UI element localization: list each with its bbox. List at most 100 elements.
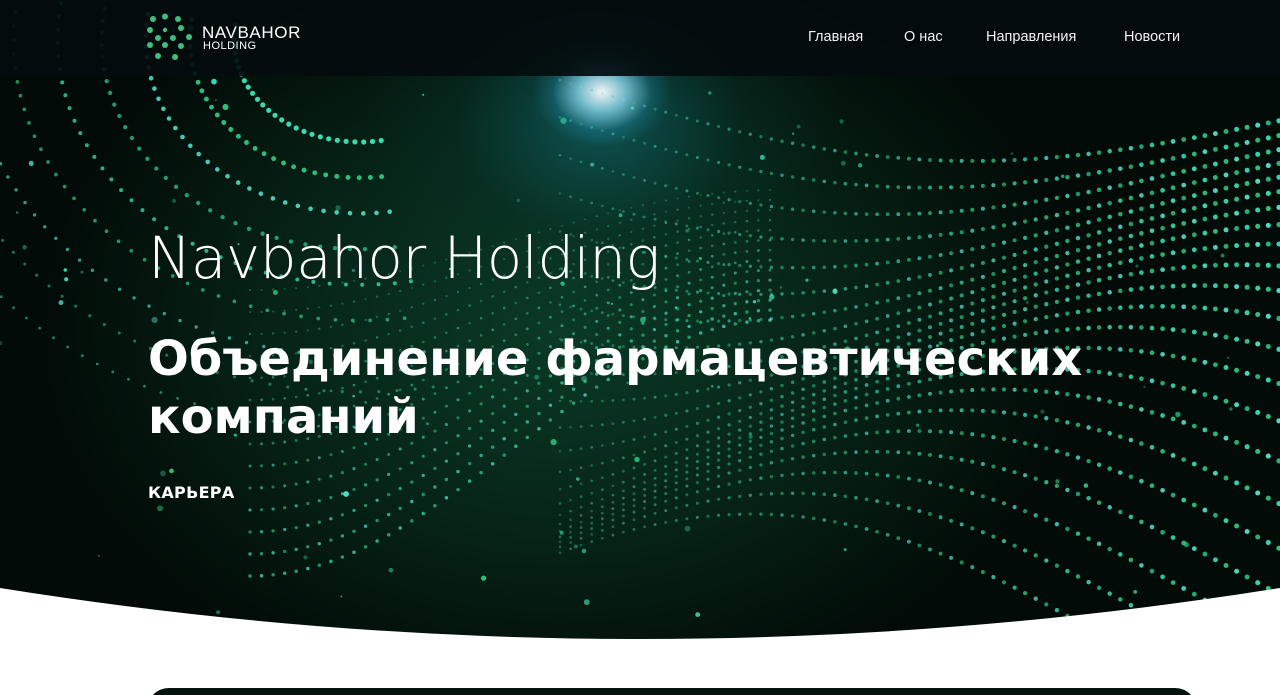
particle-dot: [748, 317, 751, 320]
particle-dot: [569, 81, 572, 85]
particle-dot: [664, 221, 668, 225]
particle-dot: [283, 549, 287, 554]
particle-dot: [801, 455, 805, 459]
content-card-top: [147, 688, 1197, 695]
particle-dot: [248, 310, 252, 314]
particle-dot: [854, 211, 858, 216]
particle-dot: [1022, 307, 1028, 312]
particle-dot: [1181, 153, 1187, 159]
particle-dot: [991, 294, 996, 300]
particle-dot: [875, 499, 879, 503]
particle-dot: [1033, 513, 1038, 518]
particle-dot: [756, 319, 761, 323]
particle-dot: [433, 448, 437, 452]
particle-dot: [1181, 182, 1187, 188]
particle-dot: [28, 160, 34, 166]
particle-dot: [1265, 495, 1271, 501]
particle-dot: [265, 308, 270, 313]
particle-dot: [579, 505, 583, 509]
particle-dot: [228, 127, 234, 132]
particle-dot: [1265, 190, 1271, 196]
particle-dot: [1149, 240, 1155, 246]
particle-dot: [653, 503, 657, 507]
nav-news[interactable]: Новости: [1124, 29, 1180, 45]
particle-dot: [643, 494, 647, 497]
particle-dot: [833, 239, 837, 243]
particle-dot: [906, 450, 911, 455]
particle-dot: [643, 141, 647, 145]
particle-dot: [674, 451, 678, 455]
company-logo[interactable]: NAVBAHOR HOLDING: [147, 13, 307, 63]
particle-dot: [653, 483, 657, 487]
particle-dot: [796, 124, 801, 129]
nav-home[interactable]: Главная: [808, 29, 863, 45]
particle-dot: [643, 462, 647, 466]
particle-dot: [833, 265, 837, 269]
particle-dot: [18, 93, 23, 98]
nav-about[interactable]: О нас: [904, 29, 943, 45]
particle-dot: [980, 183, 985, 188]
particle-dot: [569, 535, 572, 539]
particle-dot: [722, 191, 725, 194]
particle-dot: [864, 284, 869, 288]
particle-dot: [581, 548, 587, 554]
particle-dot: [22, 244, 27, 250]
particle-dot: [727, 292, 731, 296]
particle-dot: [653, 511, 657, 515]
particle-dot: [334, 173, 340, 179]
particle-dot: [1118, 288, 1123, 294]
particle-dot: [23, 200, 27, 205]
particle-dot: [1022, 235, 1028, 241]
particle-dot: [875, 238, 879, 243]
particle-dot: [664, 464, 668, 468]
particle-dot: [1223, 435, 1229, 441]
particle-dot: [676, 230, 679, 233]
nav-directions[interactable]: Направления: [986, 29, 1076, 45]
particle-dot: [980, 260, 985, 266]
particle-dot: [685, 517, 689, 521]
particle-dot: [1202, 149, 1208, 155]
particle-dot: [329, 453, 333, 457]
particle-dot: [271, 529, 275, 533]
particle-dot: [864, 152, 869, 157]
particle-dot: [1118, 147, 1123, 153]
career-link[interactable]: КАРЬЕРА: [148, 483, 235, 502]
particle-dot: [630, 218, 633, 221]
particle-dot: [699, 267, 703, 271]
particle-dot: [938, 454, 943, 459]
particle-dot: [1118, 260, 1123, 266]
particle-dot: [1265, 377, 1271, 383]
particle-dot: [759, 203, 763, 207]
particle-dot: [885, 184, 890, 189]
particle-dot: [811, 471, 816, 475]
particle-dot: [1128, 209, 1134, 214]
particle-dot: [1012, 202, 1017, 207]
particle-dot: [854, 450, 858, 454]
particle-dot: [1265, 163, 1271, 169]
particle-dot: [1181, 221, 1187, 226]
particle-dot: [444, 459, 449, 463]
particle-dot: [1244, 154, 1250, 160]
particle-dot: [780, 513, 784, 517]
particle-dot: [917, 185, 922, 190]
particle-dot: [1160, 187, 1165, 193]
particle-dot: [938, 158, 943, 163]
particle-dot: [722, 242, 726, 246]
particle-dot: [1149, 142, 1155, 148]
particle-dot: [759, 476, 763, 480]
particle-dot: [611, 170, 615, 173]
particle-dot: [1128, 164, 1134, 169]
particle-dot: [1128, 180, 1134, 186]
particle-dot: [722, 304, 726, 308]
particle-dot: [421, 473, 425, 478]
particle-dot: [1001, 182, 1007, 187]
particle-dot: [1202, 216, 1208, 222]
particle-dot: [1223, 398, 1229, 404]
particle-dot: [632, 138, 636, 142]
particle-dot: [864, 497, 869, 502]
particle-dot: [352, 446, 356, 450]
particle-dot: [738, 318, 742, 323]
particle-dot: [558, 303, 562, 307]
particle-dot: [161, 106, 166, 112]
particle-dot: [352, 467, 356, 471]
